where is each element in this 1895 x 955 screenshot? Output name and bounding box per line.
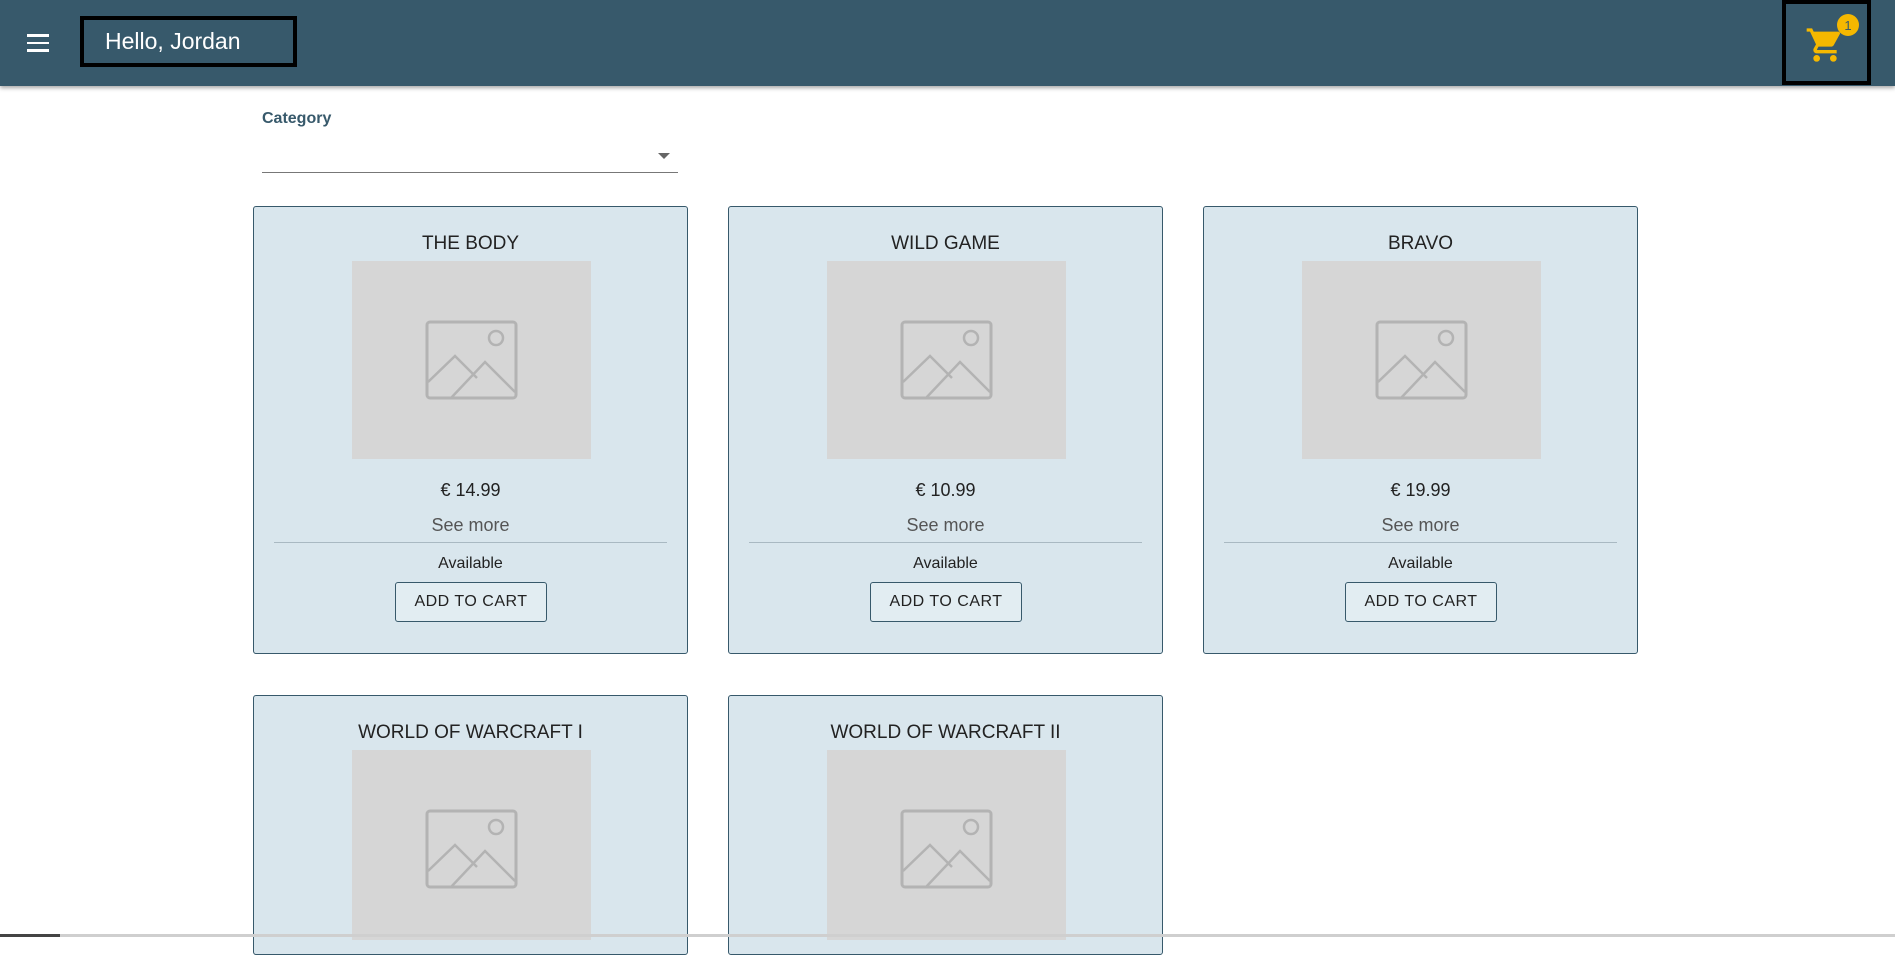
greeting-text: Hello, Jordan: [105, 28, 241, 54]
category-label: Category: [262, 110, 332, 127]
hamburger-menu-icon[interactable]: [22, 27, 54, 59]
see-more-link[interactable]: See more: [1204, 515, 1637, 536]
dropdown-caret-icon: [658, 153, 670, 159]
product-card: WILD GAME € 10.99 See more Available ADD…: [728, 206, 1163, 654]
product-price: € 14.99: [440, 480, 501, 500]
product-title: THE BODY: [421, 233, 520, 254]
availability-status: Available: [1388, 555, 1453, 572]
product-title: WORLD OF WARCRAFT II: [830, 722, 1061, 743]
see-more-link[interactable]: See more: [729, 515, 1162, 536]
add-to-cart-button[interactable]: ADD TO CART: [870, 582, 1022, 622]
product-title: WILD GAME: [891, 233, 1000, 254]
cart-button[interactable]: 1: [1782, 0, 1871, 85]
product-title: WORLD OF WARCRAFT I: [358, 722, 583, 743]
product-price: € 19.99: [1390, 480, 1451, 500]
product-title: BRAVO: [1387, 233, 1454, 254]
availability-status: Available: [913, 555, 978, 572]
image-placeholder-icon: [352, 261, 591, 459]
image-placeholder-icon: [827, 261, 1066, 459]
see-more-link[interactable]: See more: [254, 515, 687, 536]
product-card: WORLD OF WARCRAFT II: [728, 695, 1163, 955]
image-placeholder-icon: [352, 750, 591, 940]
image-placeholder-icon: [1302, 261, 1541, 459]
app-bar: Hello, Jordan 1: [0, 0, 1895, 86]
greeting-box: Hello, Jordan: [80, 16, 297, 67]
product-card: BRAVO € 19.99 See more Available ADD TO …: [1203, 206, 1638, 654]
category-filter: Category: [262, 110, 678, 173]
product-card: THE BODY € 14.99 See more Available ADD …: [253, 206, 688, 654]
cart-count-badge: 1: [1837, 14, 1859, 36]
card-divider: [1224, 542, 1617, 543]
availability-status: Available: [438, 555, 503, 572]
product-card: WORLD OF WARCRAFT I: [253, 695, 688, 955]
product-price: € 10.99: [915, 480, 976, 500]
add-to-cart-button[interactable]: ADD TO CART: [395, 582, 547, 622]
image-placeholder-icon: [827, 750, 1066, 940]
category-select[interactable]: [262, 138, 678, 173]
card-divider: [749, 542, 1142, 543]
add-to-cart-button[interactable]: ADD TO CART: [1345, 582, 1497, 622]
card-divider: [274, 542, 667, 543]
